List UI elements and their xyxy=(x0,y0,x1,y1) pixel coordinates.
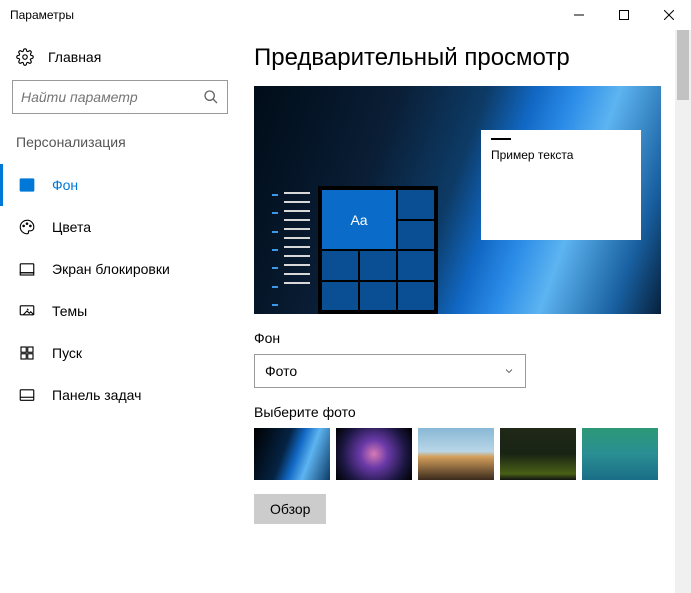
sidebar-item-lockscreen[interactable]: Экран блокировки xyxy=(0,248,240,290)
themes-icon xyxy=(18,302,36,320)
photo-thumb-5[interactable] xyxy=(582,428,658,480)
minimize-button[interactable] xyxy=(556,0,601,30)
search-box[interactable] xyxy=(12,80,228,114)
search-input[interactable] xyxy=(21,89,203,105)
preview-app-list xyxy=(284,186,314,314)
minimize-icon xyxy=(574,10,584,20)
image-icon xyxy=(18,176,36,194)
home-label: Главная xyxy=(48,49,101,65)
close-icon xyxy=(664,10,674,20)
palette-icon xyxy=(18,218,36,236)
photo-thumb-3[interactable] xyxy=(418,428,494,480)
photo-thumb-1[interactable] xyxy=(254,428,330,480)
window-controls xyxy=(556,0,691,30)
sidebar-item-label: Экран блокировки xyxy=(52,261,170,277)
background-label: Фон xyxy=(254,330,691,346)
photo-thumb-4[interactable] xyxy=(500,428,576,480)
preview-sample-window: Пример текста xyxy=(481,130,641,240)
sidebar-item-themes[interactable]: Темы xyxy=(0,290,240,332)
sidebar-item-label: Темы xyxy=(52,303,87,319)
main-panel: Предварительный просмотр Aa Пример текст… xyxy=(240,30,691,593)
page-title: Предварительный просмотр xyxy=(254,44,691,72)
home-nav[interactable]: Главная xyxy=(0,48,240,66)
sidebar-item-colors[interactable]: Цвета xyxy=(0,206,240,248)
background-preview: Aa Пример текста xyxy=(254,86,661,314)
section-label: Персонализация xyxy=(0,134,240,150)
dropdown-value: Фото xyxy=(265,363,297,379)
background-dropdown[interactable]: Фото xyxy=(254,354,526,388)
choose-photo-label: Выберите фото xyxy=(254,404,691,420)
preview-tile-aa: Aa xyxy=(322,190,396,249)
preview-sample-text: Пример текста xyxy=(491,148,631,162)
sidebar-item-label: Пуск xyxy=(52,345,82,361)
scrollbar[interactable] xyxy=(675,30,691,593)
lockscreen-icon xyxy=(18,260,36,278)
photo-thumbnails xyxy=(254,428,691,480)
taskbar-icon xyxy=(18,386,36,404)
sidebar-item-taskbar[interactable]: Панель задач xyxy=(0,374,240,416)
photo-thumb-2[interactable] xyxy=(336,428,412,480)
sidebar-item-label: Фон xyxy=(52,177,78,193)
sidebar-item-label: Цвета xyxy=(52,219,91,235)
maximize-button[interactable] xyxy=(601,0,646,30)
browse-button[interactable]: Обзор xyxy=(254,494,326,524)
preview-taskbar xyxy=(272,186,278,314)
sidebar-item-start[interactable]: Пуск xyxy=(0,332,240,374)
sidebar-item-background[interactable]: Фон xyxy=(0,164,240,206)
preview-start-menu: Aa xyxy=(318,186,438,314)
maximize-icon xyxy=(619,10,629,20)
search-icon xyxy=(203,88,219,106)
sidebar-item-label: Панель задач xyxy=(52,387,141,403)
window-title: Параметры xyxy=(10,8,74,22)
title-bar: Параметры xyxy=(0,0,691,30)
scrollbar-thumb[interactable] xyxy=(677,30,689,100)
gear-icon xyxy=(16,48,34,66)
close-button[interactable] xyxy=(646,0,691,30)
chevron-down-icon xyxy=(503,365,515,377)
sidebar: Главная Персонализация Фон Цвета Экран xyxy=(0,30,240,593)
start-icon xyxy=(18,344,36,362)
